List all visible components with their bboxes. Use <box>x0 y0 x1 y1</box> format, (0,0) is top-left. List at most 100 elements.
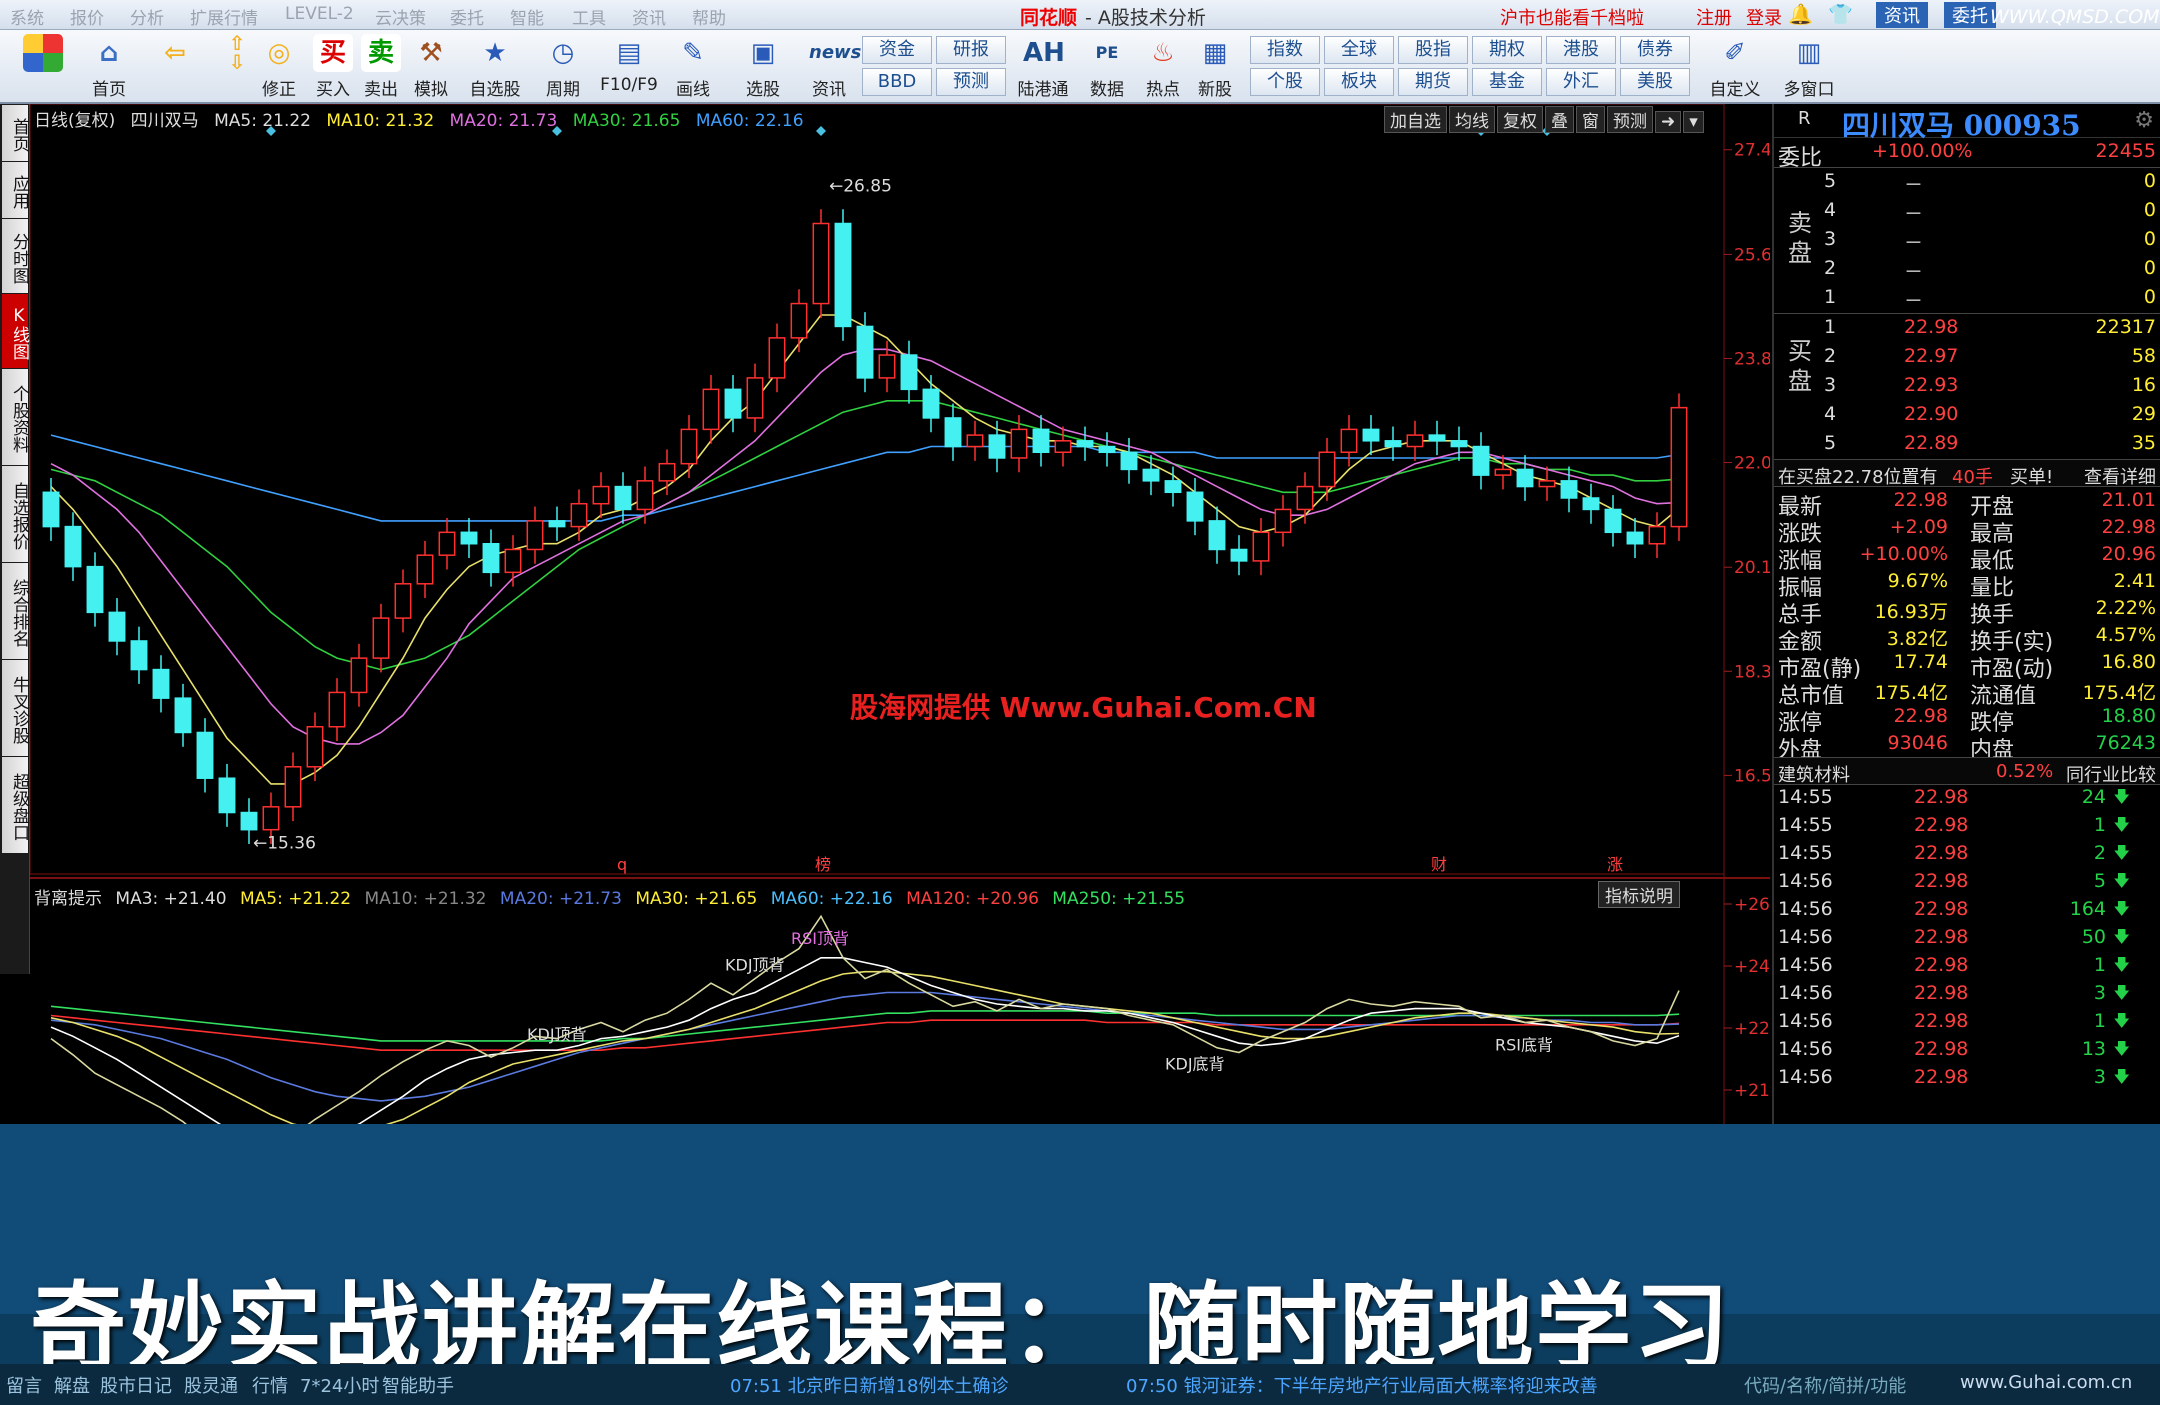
funds-button[interactable]: 基金 <box>1472 68 1542 96</box>
global-button[interactable]: 全球 <box>1324 36 1394 64</box>
arrow-right-icon[interactable]: ➜ <box>1655 111 1682 133</box>
shirt-icon[interactable]: 👕 <box>1828 2 1853 26</box>
side-tab-ranking[interactable]: 综合排名 <box>2 563 29 659</box>
industry-compare-link[interactable]: 同行业比较 <box>2066 761 2156 787</box>
adjust-button[interactable]: 复权 <box>1497 106 1543 133</box>
custom-button[interactable]: ✐ 自定义 <box>1702 34 1768 100</box>
sector-button[interactable]: 板块 <box>1324 68 1394 96</box>
menu-help[interactable]: 帮助 <box>692 4 726 29</box>
bbd-button[interactable]: BBD <box>862 68 932 96</box>
menu-cloud[interactable]: 云决策 <box>375 4 426 29</box>
news-ticker-1[interactable]: 07:51 北京昨日新增18例本土确诊 <box>730 1372 1009 1398</box>
layout-button[interactable] <box>10 34 76 100</box>
stock-button[interactable]: 个股 <box>1250 68 1320 96</box>
site-watermark: WWW.QMSD.COM <box>1990 6 2160 28</box>
news-tool-button[interactable]: news 资讯 <box>796 34 862 100</box>
menu-extended[interactable]: 扩展行情 <box>190 4 258 29</box>
hk-stock-button[interactable]: 港股 <box>1546 36 1616 64</box>
sub-axis-label: +21.08 <box>1734 1081 1770 1101</box>
side-tab-orderbook[interactable]: 超级盘口 <box>2 757 29 853</box>
fund-button[interactable]: 资金 <box>862 36 932 64</box>
ma-button[interactable]: 均线 <box>1449 106 1495 133</box>
options-button[interactable]: 期权 <box>1472 36 1542 64</box>
multiwindow-button[interactable]: ▥ 多窗口 <box>1776 34 1842 100</box>
side-tab-home[interactable]: 首页 <box>2 105 29 161</box>
menu-tools[interactable]: 工具 <box>572 4 606 29</box>
candle-body <box>636 480 654 511</box>
ipo-button[interactable]: ▦ 新股 <box>1182 34 1248 100</box>
status-247[interactable]: 7*24小时 <box>300 1372 379 1398</box>
status-quote[interactable]: 行情 <box>252 1372 288 1398</box>
stat-value: 22.98 <box>1893 489 1948 511</box>
kline-chart[interactable]: 27.49 25.66 23.84 22.02 20.19 18.37 16.55 ←26.8… <box>30 104 1770 1124</box>
candle-body <box>988 434 1006 459</box>
indicator-help-button[interactable]: 指标说明 <box>1598 881 1680 908</box>
index-button[interactable]: 指数 <box>1250 36 1320 64</box>
forex-button[interactable]: 外汇 <box>1546 68 1616 96</box>
divergence-annotation: RSI顶背 <box>791 929 849 948</box>
home-button[interactable]: ⌂ 首页 <box>76 34 142 100</box>
bond-button[interactable]: 债券 <box>1620 36 1690 64</box>
news-ticker-2[interactable]: 07:50 银河证券：下半年房地产行业局面大概率将迎来改善 <box>1126 1372 1598 1398</box>
draw-button[interactable]: ✎ 画线 <box>660 34 726 100</box>
add-watch-button[interactable]: 加自选 <box>1384 106 1447 133</box>
side-tab-kline[interactable]: K线图 <box>2 294 29 368</box>
status-analysis[interactable]: 解盘 <box>54 1372 90 1398</box>
trade-button[interactable]: 委托 <box>1944 2 1996 28</box>
code-search-input[interactable]: 代码/名称/简拼/功能 <box>1744 1372 1906 1398</box>
simulate-button[interactable]: ⚒ 模拟 <box>398 34 464 100</box>
side-tab-diagnose[interactable]: 牛叉诊股 <box>2 660 29 756</box>
arrow-down-icon: 🡇 <box>2113 815 2130 834</box>
hk-connect-button[interactable]: AH 陆港通 <box>1010 34 1076 100</box>
login-link[interactable]: 登录 <box>1746 4 1782 30</box>
period-button[interactable]: ◷ 周期 <box>530 34 596 100</box>
f10-button[interactable]: ▤ F10/F9 <box>596 34 662 100</box>
candle-body <box>1560 480 1578 499</box>
status-guling[interactable]: 股灵通 <box>184 1372 238 1398</box>
screener-button[interactable]: ▣ 选股 <box>730 34 796 100</box>
chevron-down-icon[interactable]: ▾ <box>1683 111 1704 133</box>
stat-value: 17.74 <box>1893 651 1948 673</box>
refresh-icon: ◎ <box>267 38 291 68</box>
menu-quote[interactable]: 报价 <box>70 4 104 29</box>
side-tab-profile[interactable]: 个股资料 <box>2 369 29 465</box>
promo-link[interactable]: 沪市也能看千档啦 <box>1500 4 1644 30</box>
us-stock-button[interactable]: 美股 <box>1620 68 1690 96</box>
tick-volume: 1 <box>2093 814 2106 836</box>
candle-body <box>438 531 456 556</box>
toolbar: ⌂ 首页 ⇦ ⇧ ⇩ ◎ 修正 买买入 卖卖出 ⚒ 模拟 ★ 自选股 ◷ 周期 ▤ F10/F… <box>0 30 2160 104</box>
info-buy: 买单! <box>2010 467 2054 488</box>
menu-news[interactable]: 资讯 <box>632 4 666 29</box>
register-link[interactable]: 注册 <box>1696 4 1732 30</box>
info-detail-link[interactable]: 查看详细 <box>2084 463 2156 489</box>
news-button[interactable]: 资讯 <box>1876 2 1928 28</box>
gear-icon[interactable]: ⚙ <box>2134 108 2154 133</box>
watchlist-button[interactable]: ★ 自选股 <box>462 34 528 100</box>
menu-smart[interactable]: 智能 <box>510 4 544 29</box>
menu-trade[interactable]: 委托 <box>450 4 484 29</box>
status-diary[interactable]: 股市日记 <box>100 1372 172 1398</box>
futures-button[interactable]: 期货 <box>1398 68 1468 96</box>
status-assistant[interactable]: 智能助手 <box>382 1372 454 1398</box>
research-button[interactable]: 研报 <box>936 36 1006 64</box>
side-tab-apps[interactable]: 应用 <box>2 162 29 218</box>
window-button[interactable]: 窗 <box>1576 106 1605 133</box>
menu-analysis[interactable]: 分析 <box>130 4 164 29</box>
side-tab-watchlist[interactable]: 自选报价 <box>2 466 29 562</box>
status-message[interactable]: 留言 <box>6 1372 42 1398</box>
predict-button[interactable]: 预测 <box>1607 106 1653 133</box>
kline-chart-area[interactable]: 27.49 25.66 23.84 22.02 20.19 18.37 16.55 ←26.8… <box>30 104 1770 1124</box>
candle-body <box>328 691 346 728</box>
menu-level2[interactable]: LEVEL-2 <box>285 4 354 24</box>
stat-value: 93046 <box>1887 732 1948 754</box>
tick-price: 22.98 <box>1914 1010 1969 1032</box>
tick-list[interactable]: 14:55 22.98 24 🡇 14:55 22.98 1 🡇 14:55 22.98 2 🡇 14:… <box>1774 785 2160 1093</box>
overlay-button[interactable]: 叠 <box>1545 106 1574 133</box>
menu-system[interactable]: 系统 <box>10 4 44 29</box>
back-button[interactable]: ⇦ <box>142 34 208 100</box>
stock-index-button[interactable]: 股指 <box>1398 36 1468 64</box>
side-tab-intraday[interactable]: 分时图 <box>2 219 29 293</box>
forecast-button[interactable]: 预测 <box>936 68 1006 96</box>
tick-time: 14:56 <box>1778 870 1833 892</box>
bell-icon[interactable]: 🔔 <box>1788 2 1813 26</box>
